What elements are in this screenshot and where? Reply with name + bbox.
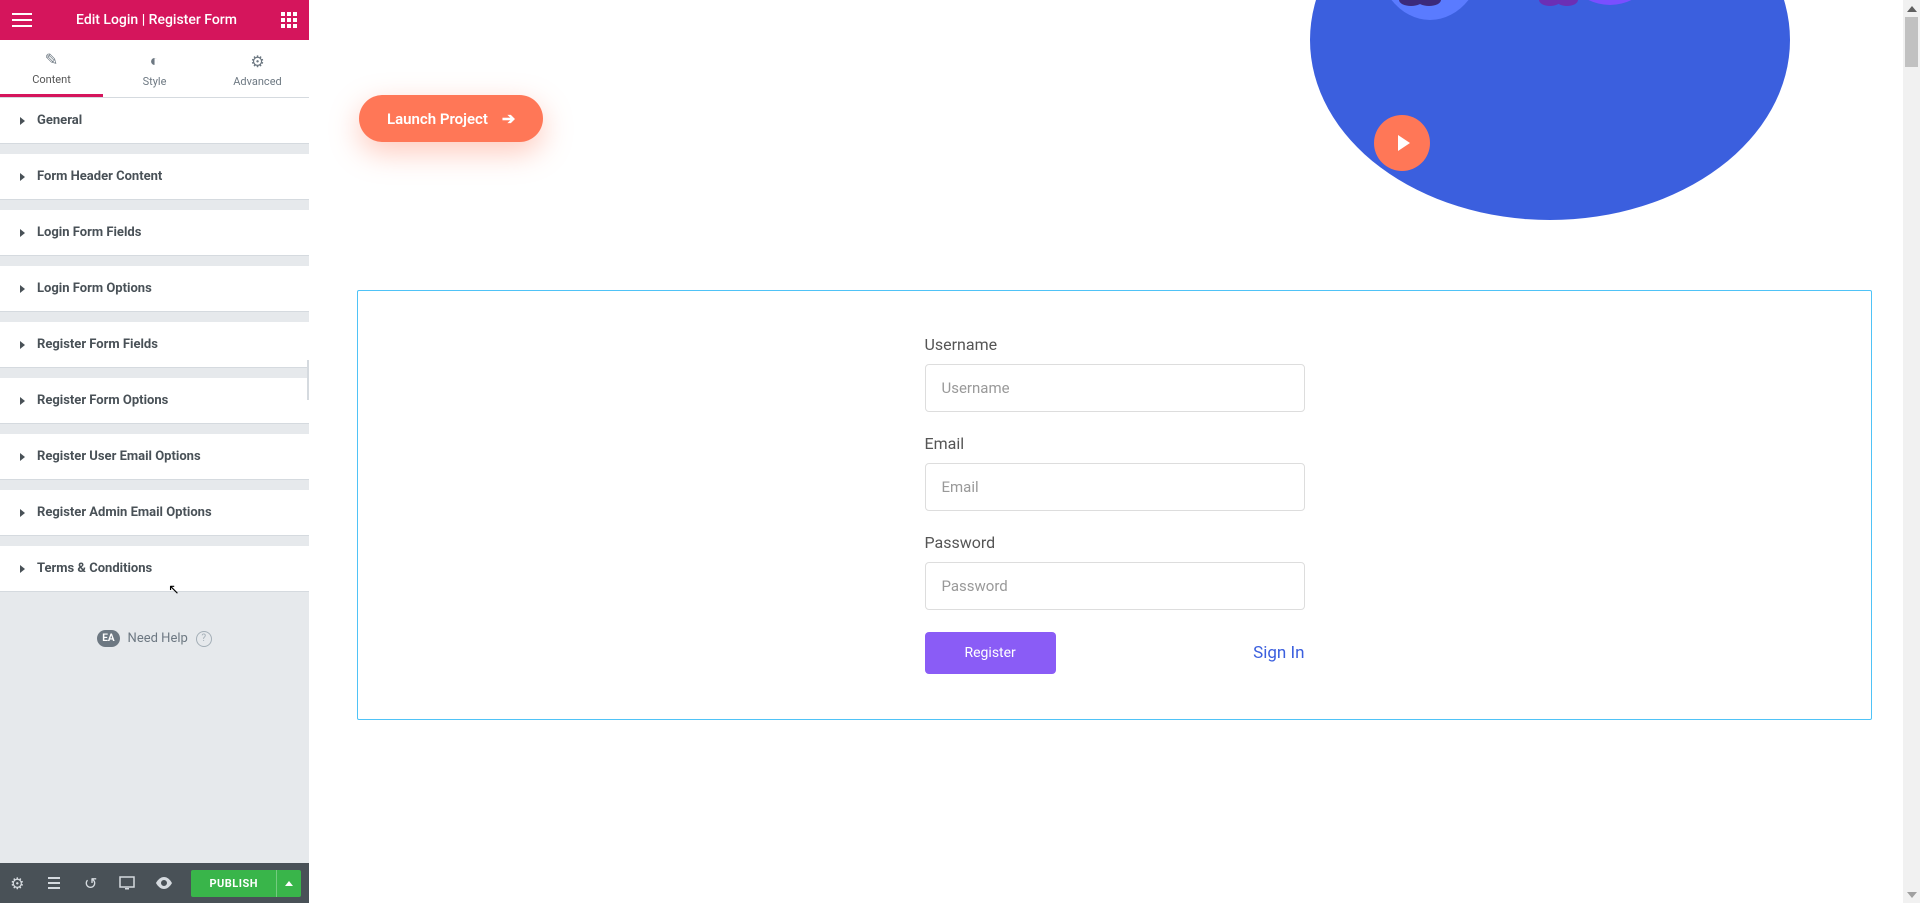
caret-right-icon [20,229,25,237]
section-login-form-fields[interactable]: Login Form Fields [0,210,309,255]
hero-section: Launch Project ➔ [309,0,1920,240]
play-button[interactable] [1374,115,1430,171]
button-label: Launch Project [387,110,488,128]
caret-right-icon [20,509,25,517]
section-register-form-fields[interactable]: Register Form Fields [0,322,309,367]
contrast-icon: ◐ [150,51,160,71]
section-general[interactable]: General [0,98,309,143]
section-form-header-content[interactable]: Form Header Content [0,154,309,199]
selected-widget-frame[interactable]: Username Email Password Register Sign In [357,290,1872,720]
tab-label: Style [143,75,167,88]
arrow-right-icon: ➔ [502,109,515,128]
help-label: Need Help [128,631,188,646]
scroll-up-button[interactable] [1903,0,1920,17]
register-button[interactable]: Register [925,632,1056,674]
editor-sidebar: Edit Login | Register Form ✎ Content ◐ S… [0,0,309,903]
password-input[interactable] [925,562,1305,610]
password-label: Password [925,533,1305,552]
panel-tabs: ✎ Content ◐ Style ⚙ Advanced [0,40,309,98]
caret-right-icon [20,397,25,405]
section-terms-conditions[interactable]: Terms & Conditions [0,546,309,591]
scrollbar-vertical[interactable] [1903,0,1920,903]
panel-title: Edit Login | Register Form [76,12,237,28]
section-login-form-options[interactable]: Login Form Options [0,266,309,311]
ea-badge-icon: EA [97,630,119,647]
caret-right-icon [20,341,25,349]
sections-list: General Form Header Content Login Form F… [0,98,309,863]
pencil-icon: ✎ [45,50,58,69]
publish-button[interactable]: PUBLISH [191,870,276,897]
caret-right-icon [20,453,25,461]
preview-icon[interactable] [155,873,174,893]
section-register-form-options[interactable]: Register Form Options [0,378,309,423]
widgets-grid-icon[interactable] [281,12,297,28]
caret-right-icon [20,117,25,125]
editor-canvas: Launch Project ➔ Username Email Password… [309,0,1920,903]
sidebar-header: Edit Login | Register Form [0,0,309,40]
people-illustration [1310,0,1790,220]
tab-label: Advanced [233,75,281,88]
section-register-user-email-options[interactable]: Register User Email Options [0,434,309,479]
responsive-icon[interactable] [118,873,137,893]
register-form: Username Email Password Register Sign In [925,311,1305,699]
email-label: Email [925,434,1305,453]
tab-label: Content [32,73,71,86]
caret-right-icon [20,173,25,181]
tab-advanced[interactable]: ⚙ Advanced [206,40,309,97]
menu-icon[interactable] [12,13,32,27]
scrollbar-thumb[interactable] [1905,17,1918,67]
settings-icon[interactable]: ⚙ [8,873,27,893]
need-help[interactable]: EA Need Help ? [0,602,309,675]
scroll-down-button[interactable] [1903,886,1920,903]
caret-right-icon [20,285,25,293]
username-input[interactable] [925,364,1305,412]
launch-project-button[interactable]: Launch Project ➔ [359,95,543,142]
sign-in-link[interactable]: Sign In [1253,643,1304,663]
gear-icon: ⚙ [250,52,264,71]
caret-right-icon [20,565,25,573]
bottom-toolbar: ⚙ ↺ PUBLISH [0,863,309,903]
section-register-admin-email-options[interactable]: Register Admin Email Options [0,490,309,535]
tab-style[interactable]: ◐ Style [103,40,206,97]
publish-options-button[interactable] [276,870,301,897]
username-label: Username [925,335,1305,354]
hero-illustration [1310,0,1790,220]
publish-group: PUBLISH [191,870,301,897]
email-input[interactable] [925,463,1305,511]
question-icon: ? [196,631,212,647]
history-icon[interactable]: ↺ [81,873,100,893]
tab-content[interactable]: ✎ Content [0,40,103,97]
navigator-icon[interactable] [45,873,64,893]
